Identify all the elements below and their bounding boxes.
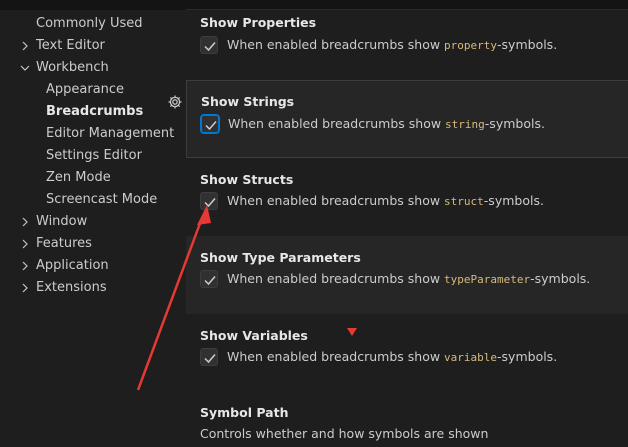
setting-description: Controls whether and how symbols are sho… [200,426,489,441]
show-structs-checkbox[interactable] [200,192,218,210]
chevron-right-icon[interactable] [20,233,30,255]
setting-symbol-path: Symbol Path Controls whether and how sym… [186,392,628,447]
chevron-right-icon[interactable] [20,211,30,233]
setting-show-strings: Show Strings When enabled breadcrumbs sh… [186,80,628,158]
toc-item-label: Zen Mode [46,170,111,185]
setting-title: Show Variables [200,328,308,343]
settings-toc: Commonly Used Text Editor Workbench Appe… [0,10,186,447]
setting-description: When enabled breadcrumbs show typeParame… [227,270,590,289]
setting-title: Show Type Parameters [200,250,361,265]
toc-item-extensions[interactable]: Extensions [36,277,107,299]
desc-text: -symbols. [497,349,558,364]
setting-show-variables: Show Variables When enabled breadcrumbs … [186,316,628,390]
setting-show-structs: Show Structs When enabled breadcrumbs sh… [186,160,628,236]
code-token: struct [444,195,484,208]
toc-item-commonly-used[interactable]: Commonly Used [36,13,143,35]
desc-text: When enabled breadcrumbs show [227,349,445,364]
setting-title: Show Strings [201,94,295,109]
code-token: typeParameter [444,273,531,286]
code-token: variable [444,351,498,364]
toc-item-label: Settings Editor [46,148,142,163]
toc-item-label: Breadcrumbs [46,104,144,119]
toc-item-label: Screencast Mode [46,192,158,207]
setting-description: When enabled breadcrumbs show variable-s… [227,348,557,367]
toc-item-label: Application [36,258,109,273]
desc-text: When enabled breadcrumbs show [228,116,446,131]
toc-item-workbench[interactable]: Workbench [36,57,109,79]
show-properties-checkbox[interactable] [200,36,218,54]
setting-show-properties: Show Properties When enabled breadcrumbs… [186,10,628,78]
desc-text: When enabled breadcrumbs show [227,271,445,286]
toc-item-label: Workbench [36,60,109,75]
code-token: property [444,39,498,52]
desc-text: When enabled breadcrumbs show [227,193,445,208]
toc-item-features[interactable]: Features [36,233,92,255]
gear-icon[interactable] [167,94,183,110]
show-strings-checkbox[interactable] [200,114,220,134]
toc-item-label: Extensions [36,280,107,295]
toc-item-label: Text Editor [36,38,105,53]
desc-text: -symbols. [483,193,544,208]
toc-item-label: Editor Management [46,126,175,141]
check-icon [204,198,216,208]
setting-title: Symbol Path [200,405,289,420]
show-type-parameters-checkbox[interactable] [200,270,218,288]
toc-item-editor-management[interactable]: Editor Management [46,123,174,145]
setting-description: When enabled breadcrumbs show string-sym… [228,115,545,134]
desc-text: When enabled breadcrumbs show [227,37,445,52]
setting-description: When enabled breadcrumbs show property-s… [227,36,557,55]
toc-item-application[interactable]: Application [36,255,109,277]
toc-item-label: Features [36,236,92,251]
toc-item-label: Window [36,214,88,229]
check-icon [205,121,217,131]
check-icon [204,42,216,52]
toc-item-zen-mode[interactable]: Zen Mode [46,167,111,189]
toc-item-appearance[interactable]: Appearance [46,79,124,101]
toc-item-label: Commonly Used [36,16,143,31]
toc-item-breadcrumbs[interactable]: Breadcrumbs [46,101,143,123]
setting-title: Show Properties [200,15,317,30]
toc-item-settings-editor[interactable]: Settings Editor [46,145,142,167]
toc-item-label: Appearance [46,82,125,97]
toc-item-window[interactable]: Window [36,211,87,233]
chevron-right-icon[interactable] [20,277,30,299]
check-icon [204,276,216,286]
setting-description: When enabled breadcrumbs show struct-sym… [227,192,544,211]
setting-title: Show Structs [200,172,294,187]
toc-item-screencast-mode[interactable]: Screencast Mode [46,189,157,211]
top-bar [0,0,628,10]
desc-text: -symbols. [530,271,591,286]
chevron-right-icon[interactable] [20,35,30,57]
desc-text: -symbols. [484,116,545,131]
code-token: string [445,118,485,131]
chevron-down-icon[interactable] [20,57,30,79]
check-icon [204,354,216,364]
desc-text: -symbols. [497,37,558,52]
toc-item-text-editor[interactable]: Text Editor [36,35,105,57]
chevron-right-icon[interactable] [20,255,30,277]
show-variables-checkbox[interactable] [200,348,218,366]
setting-show-type-parameters: Show Type Parameters When enabled breadc… [186,236,628,314]
